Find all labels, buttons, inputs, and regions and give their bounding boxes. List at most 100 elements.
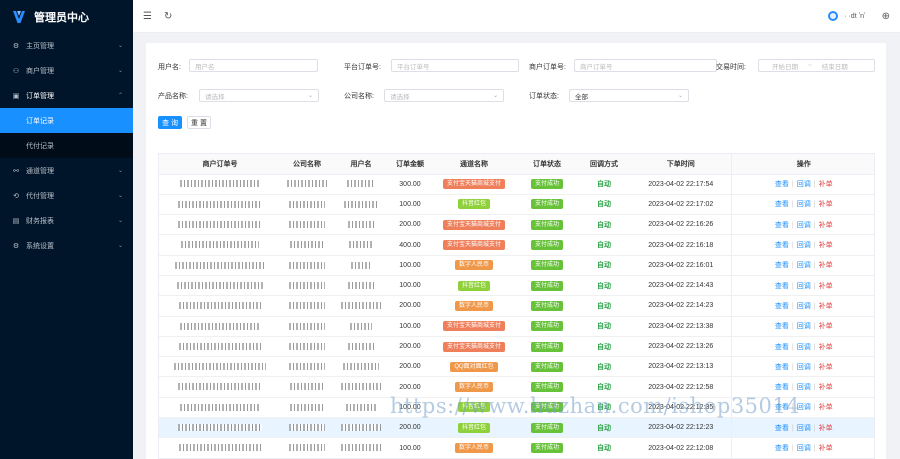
amount-cell: 400.00 — [389, 234, 431, 256]
time-cell: 2023-04-02 22:12:08 — [631, 437, 731, 458]
start-date-input[interactable]: 开始日期 — [772, 61, 798, 71]
fix-order-link[interactable]: 补单 — [819, 201, 833, 208]
reset-button[interactable]: 重 置 — [187, 116, 211, 129]
callback-link[interactable]: 回调 — [797, 344, 811, 351]
view-link[interactable]: 查看 — [775, 425, 789, 432]
fix-order-link[interactable]: 补单 — [819, 384, 833, 391]
table-row[interactable]: 200.00 支付宝天猫商城支付 支付成功 自动 2023-04-02 22:13:26… — [159, 336, 874, 358]
view-link[interactable]: 查看 — [775, 344, 789, 351]
callback-link[interactable]: 回调 — [797, 364, 811, 371]
table-header: 商户订单号 公司名称 用户名 订单金额 通道名称 订单状态 回调方式 下单时间 操作 — [159, 154, 874, 175]
sidebar-item-5[interactable]: ▤ 财务报表 ⌄ — [0, 208, 133, 233]
table-row[interactable]: 100.00 数字人民币 支付成功 自动 2023-04-02 22:16:01 查看 | 回… — [159, 255, 874, 276]
table-row[interactable]: 100.00 抖音红包 支付成功 自动 2023-04-02 22:14:43 查看 | 回调… — [159, 275, 874, 297]
sidebar-subitem-1[interactable]: 代付记录 — [0, 133, 133, 158]
search-button[interactable]: 查 询 — [158, 116, 182, 129]
table-row[interactable]: 100.00 数字人民币 支付成功 自动 2023-04-02 22:12:08 查看 | 回… — [159, 437, 874, 458]
table-row[interactable]: 200.00 抖音红包 支付成功 自动 2023-04-02 22:12:23 查看 | 回调… — [159, 417, 874, 439]
fix-order-link[interactable]: 补单 — [819, 303, 833, 310]
fix-order-link[interactable]: 补单 — [819, 364, 833, 371]
sidebar-item-1[interactable]: ⚇ 商户管理 ⌄ — [0, 58, 133, 83]
sidebar-subitem-0[interactable]: 订单记录 — [0, 108, 133, 133]
callback-cell: 自动 — [577, 174, 631, 195]
watermark: https://www.huzhan.com/ishop35014 — [390, 394, 801, 418]
chevron-down-icon: ⌄ — [117, 218, 123, 224]
view-link[interactable]: 查看 — [775, 323, 789, 330]
table-row[interactable]: 100.00 支付宝天猫商城支付 支付成功 自动 2023-04-02 22:13:38… — [159, 316, 874, 337]
callback-link[interactable]: 回调 — [797, 384, 811, 391]
view-link[interactable]: 查看 — [775, 222, 789, 229]
table-row[interactable]: 300.00 支付宝天猫商城支付 支付成功 自动 2023-04-02 22:17:54… — [159, 174, 874, 195]
table-row[interactable]: 100.00 抖音红包 支付成功 自动 2023-04-02 22:17:02 查看 | 回调… — [159, 194, 874, 216]
sidebar-item-2[interactable]: ▣ 订单管理 ⌃ — [0, 83, 133, 108]
merchant-order-input[interactable]: 商户订单号 — [574, 59, 717, 72]
fix-order-link[interactable]: 补单 — [819, 222, 833, 229]
view-link[interactable]: 查看 — [775, 181, 789, 188]
amount-cell: 100.00 — [389, 437, 431, 458]
divider: | — [791, 181, 794, 189]
end-date-input[interactable]: 结束日期 — [822, 61, 848, 71]
sidebar-item-4[interactable]: ⟲ 代付管理 ⌄ — [0, 183, 133, 208]
callback-link[interactable]: 回调 — [797, 445, 811, 452]
time-cell: 2023-04-02 22:12:23 — [631, 417, 731, 439]
user-name[interactable]: · ·dt ʼnʼ — [844, 13, 865, 20]
company-cell — [281, 234, 333, 256]
channel-tag: 数字人民币 — [454, 300, 493, 311]
time-cell: 2023-04-02 22:17:02 — [631, 194, 731, 216]
view-link[interactable]: 查看 — [775, 303, 789, 310]
fix-order-link[interactable]: 补单 — [819, 242, 833, 249]
table-row[interactable]: 200.00 QQ面对面红包 支付成功 自动 2023-04-02 22:13:13 查看… — [159, 356, 874, 378]
table-row[interactable]: 200.00 支付宝天猫商城支付 支付成功 自动 2023-04-02 22:16:26… — [159, 214, 874, 236]
callback-link[interactable]: 回调 — [797, 425, 811, 432]
view-link[interactable]: 查看 — [775, 262, 789, 269]
view-link[interactable]: 查看 — [775, 201, 789, 208]
sidebar-item-0[interactable]: ⚙ 主页管理 ⌄ — [0, 33, 133, 58]
fix-order-link[interactable]: 补单 — [819, 283, 833, 290]
table-row[interactable]: 400.00 支付宝天猫商城支付 支付成功 自动 2023-04-02 22:16:18… — [159, 234, 874, 256]
fix-order-link[interactable]: 补单 — [819, 323, 833, 330]
platform-order-input[interactable]: 平台订单号 — [391, 59, 519, 72]
divider: | — [791, 343, 794, 351]
callback-link[interactable]: 回调 — [797, 262, 811, 269]
callback-link[interactable]: 回调 — [797, 222, 811, 229]
redacted-text — [289, 444, 325, 452]
view-link[interactable]: 查看 — [775, 283, 789, 290]
fix-order-link[interactable]: 补单 — [819, 445, 833, 452]
sidebar-item-3[interactable]: ⚯ 通道管理 ⌄ — [0, 158, 133, 183]
status-select[interactable]: 全部 ⌄ — [569, 89, 689, 102]
redacted-text — [178, 200, 262, 208]
divider: | — [791, 445, 794, 452]
view-link[interactable]: 查看 — [775, 384, 789, 391]
callback-link[interactable]: 回调 — [797, 303, 811, 310]
view-link[interactable]: 查看 — [775, 364, 789, 371]
view-link[interactable]: 查看 — [775, 445, 789, 452]
callback-link[interactable]: 回调 — [797, 181, 811, 188]
actions-cell: 查看 | 回调 | 补单 — [730, 417, 874, 439]
actions-cell: 查看 | 回调 | 补单 — [730, 275, 874, 297]
username-input[interactable]: 用户名 — [189, 59, 318, 72]
sidebar-item-6[interactable]: ⚙ 系统设置 ⌄ — [0, 233, 133, 258]
product-select[interactable]: 请选择 ⌄ — [199, 89, 319, 102]
fix-order-link[interactable]: 补单 — [819, 344, 833, 351]
view-link[interactable]: 查看 — [775, 242, 789, 249]
channel-cell: 支付宝天猫商城支付 — [431, 174, 517, 195]
fix-order-link[interactable]: 补单 — [819, 262, 833, 269]
callback-link[interactable]: 回调 — [797, 242, 811, 249]
table-row[interactable]: 200.00 数字人民币 支付成功 自动 2023-04-02 22:14:23 查看 | 回… — [159, 295, 874, 317]
fix-order-link[interactable]: 补单 — [819, 404, 833, 411]
avatar[interactable] — [828, 11, 839, 21]
callback-link[interactable]: 回调 — [797, 323, 811, 330]
company-select[interactable]: 请选择 ⌄ — [384, 89, 504, 102]
callback-link[interactable]: 回调 — [797, 201, 811, 208]
globe-icon[interactable]: ⊕ — [882, 11, 890, 22]
menu-fold-icon[interactable]: ☰ — [143, 11, 152, 22]
trade-time-range[interactable]: 开始日期 ~ 结束日期 — [758, 59, 875, 72]
status-cell: 支付成功 — [517, 214, 577, 236]
actions-cell: 查看 | 回调 | 补单 — [730, 437, 874, 458]
refresh-icon[interactable]: ↻ — [164, 11, 172, 22]
redacted-text — [178, 424, 262, 432]
fix-order-link[interactable]: 补单 — [819, 181, 833, 188]
amount-cell: 200.00 — [389, 214, 431, 236]
callback-link[interactable]: 回调 — [797, 283, 811, 290]
fix-order-link[interactable]: 补单 — [819, 425, 833, 432]
